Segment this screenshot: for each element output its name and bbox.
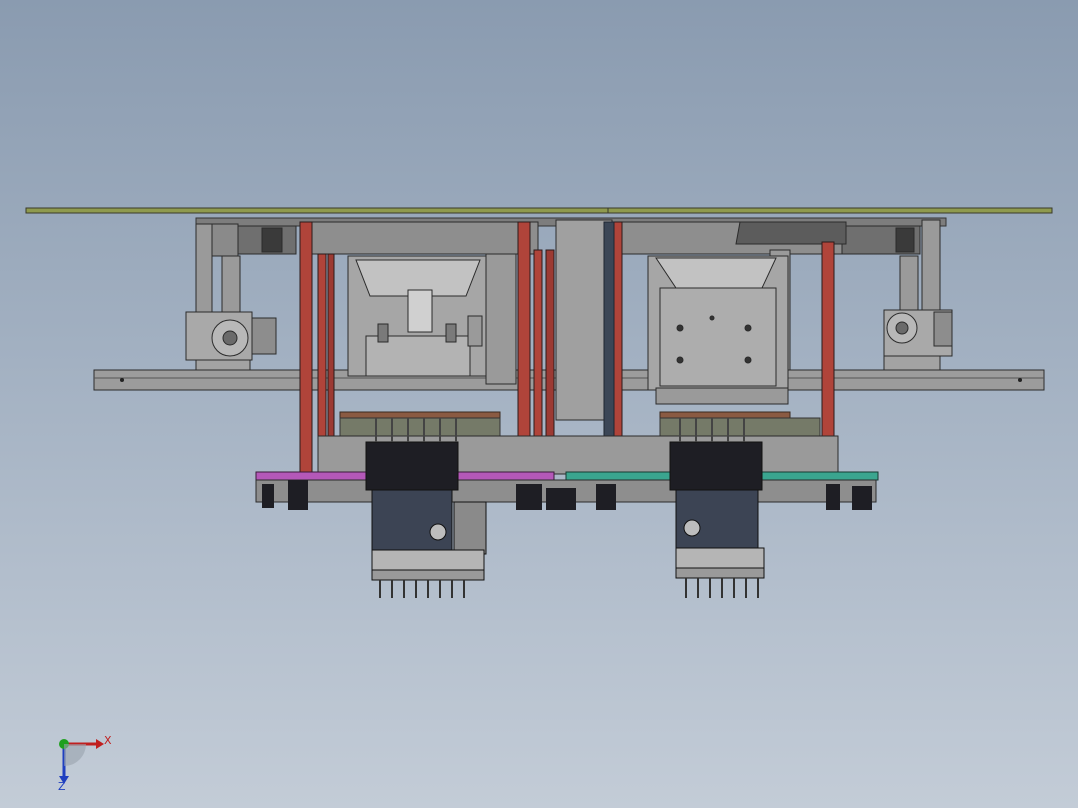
right-drive-assembly: [839, 219, 953, 381]
axis-triad: X Z: [58, 734, 112, 793]
x-axis-label: X: [104, 734, 112, 747]
dark-column: [603, 221, 615, 473]
left-drive-assembly: [185, 223, 297, 385]
left-nozzles: [379, 580, 465, 598]
right-nozzles: [685, 578, 759, 598]
top-plate: [25, 207, 1053, 214]
right-strip: [659, 411, 791, 419]
right-head-module: [647, 255, 789, 405]
z-axis-label: Z: [58, 780, 66, 793]
cad-graphics-viewport[interactable]: X Z: [0, 0, 1078, 808]
left-strip: [339, 411, 501, 419]
assembly-model[interactable]: X Z: [0, 0, 1078, 808]
right-nozzle-head: [669, 441, 765, 579]
left-head-module: [347, 255, 487, 377]
